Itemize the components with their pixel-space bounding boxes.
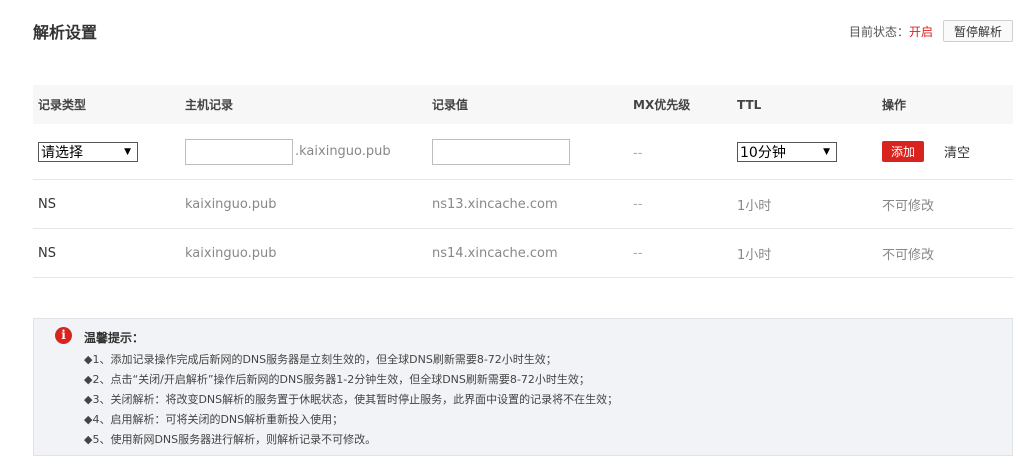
record-type-cell: NS [38, 196, 56, 212]
status-label: 目前状态： [848, 24, 909, 39]
domain-suffix: .kaixinguo.pub [295, 144, 391, 159]
column-header-value: 记录值 [432, 98, 469, 112]
list-item: ◆4、启用解析：可将关闭的DNS解析重新投入使用； [84, 413, 344, 426]
status-area: 目前状态： 开启 暂停解析 [849, 20, 1013, 42]
action-cell: 不可修改 [882, 198, 935, 214]
column-header-type: 记录类型 [38, 98, 87, 112]
status-value: 开启 [908, 24, 933, 39]
column-header-ttl: TTL [737, 97, 762, 112]
ttl-select[interactable]: 10分钟 ▼ [737, 141, 837, 162]
mx-priority-placeholder: -- [633, 146, 643, 161]
chevron-down-icon: ▼ [823, 146, 830, 157]
ttl-select-value: 10分钟 [740, 144, 786, 161]
value-cell: ns13.xincache.com [432, 196, 558, 212]
pause-resolution-button[interactable]: 暂停解析 [942, 20, 1013, 42]
list-item: ◆5、使用新网DNS服务器进行解析，则解析记录不可修改。 [84, 433, 377, 446]
host-record-input[interactable] [185, 138, 293, 165]
chevron-down-icon: ▼ [124, 146, 131, 157]
mx-cell: -- [633, 245, 643, 261]
host-cell: kaixinguo.pub [185, 245, 277, 261]
table-row: NS kaixinguo.pub ns13.xincache.com -- 1小… [33, 180, 1013, 229]
record-type-select[interactable]: 请选择 ▼ [38, 141, 138, 162]
new-record-row: 请选择 ▼ .kaixinguo.pub -- 10分钟 ▼ 添加 清空 [33, 124, 1013, 180]
value-cell: ns14.xincache.com [432, 245, 558, 261]
table-header: 记录类型 主机记录 记录值 MX优先级 TTL 操作 [33, 85, 1013, 124]
host-cell: kaixinguo.pub [185, 196, 277, 212]
record-type-cell: NS [38, 245, 56, 261]
record-value-input[interactable] [432, 138, 570, 165]
tips-list: ◆1、添加记录操作完成后新网的DNS服务器是立刻生效的，但全球DNS刷新需要8-… [84, 350, 618, 450]
mx-cell: -- [633, 196, 643, 212]
record-type-select-value: 请选择 [41, 144, 83, 161]
table-row: NS kaixinguo.pub ns14.xincache.com -- 1小… [33, 229, 1013, 278]
tips-title: 温馨提示： [84, 331, 145, 345]
list-item: ◆2、点击“关闭/开启解析”操作后新网的DNS服务器1-2分钟生效，但全球DNS… [84, 373, 590, 386]
list-item: ◆3、关闭解析：将改变DNS解析的服务置于休眠状态，使其暂时停止服务，此界面中设… [84, 393, 619, 406]
ttl-cell: 1小时 [737, 198, 772, 214]
add-record-button[interactable]: 添加 [882, 141, 925, 162]
clear-link[interactable]: 清空 [944, 142, 970, 161]
dns-records-table: 记录类型 主机记录 记录值 MX优先级 TTL 操作 请选择 ▼ .kaixin… [33, 85, 1013, 278]
info-icon: i [55, 327, 72, 344]
column-header-host: 主机记录 [185, 98, 234, 112]
column-header-action: 操作 [882, 98, 907, 112]
tips-panel: i 温馨提示： ◆1、添加记录操作完成后新网的DNS服务器是立刻生效的，但全球D… [33, 318, 1013, 456]
page-title: 解析设置 [33, 23, 98, 42]
action-cell: 不可修改 [882, 247, 935, 263]
list-item: ◆1、添加记录操作完成后新网的DNS服务器是立刻生效的，但全球DNS刷新需要8-… [84, 353, 557, 366]
column-header-mx: MX优先级 [633, 98, 691, 112]
ttl-cell: 1小时 [737, 247, 772, 263]
